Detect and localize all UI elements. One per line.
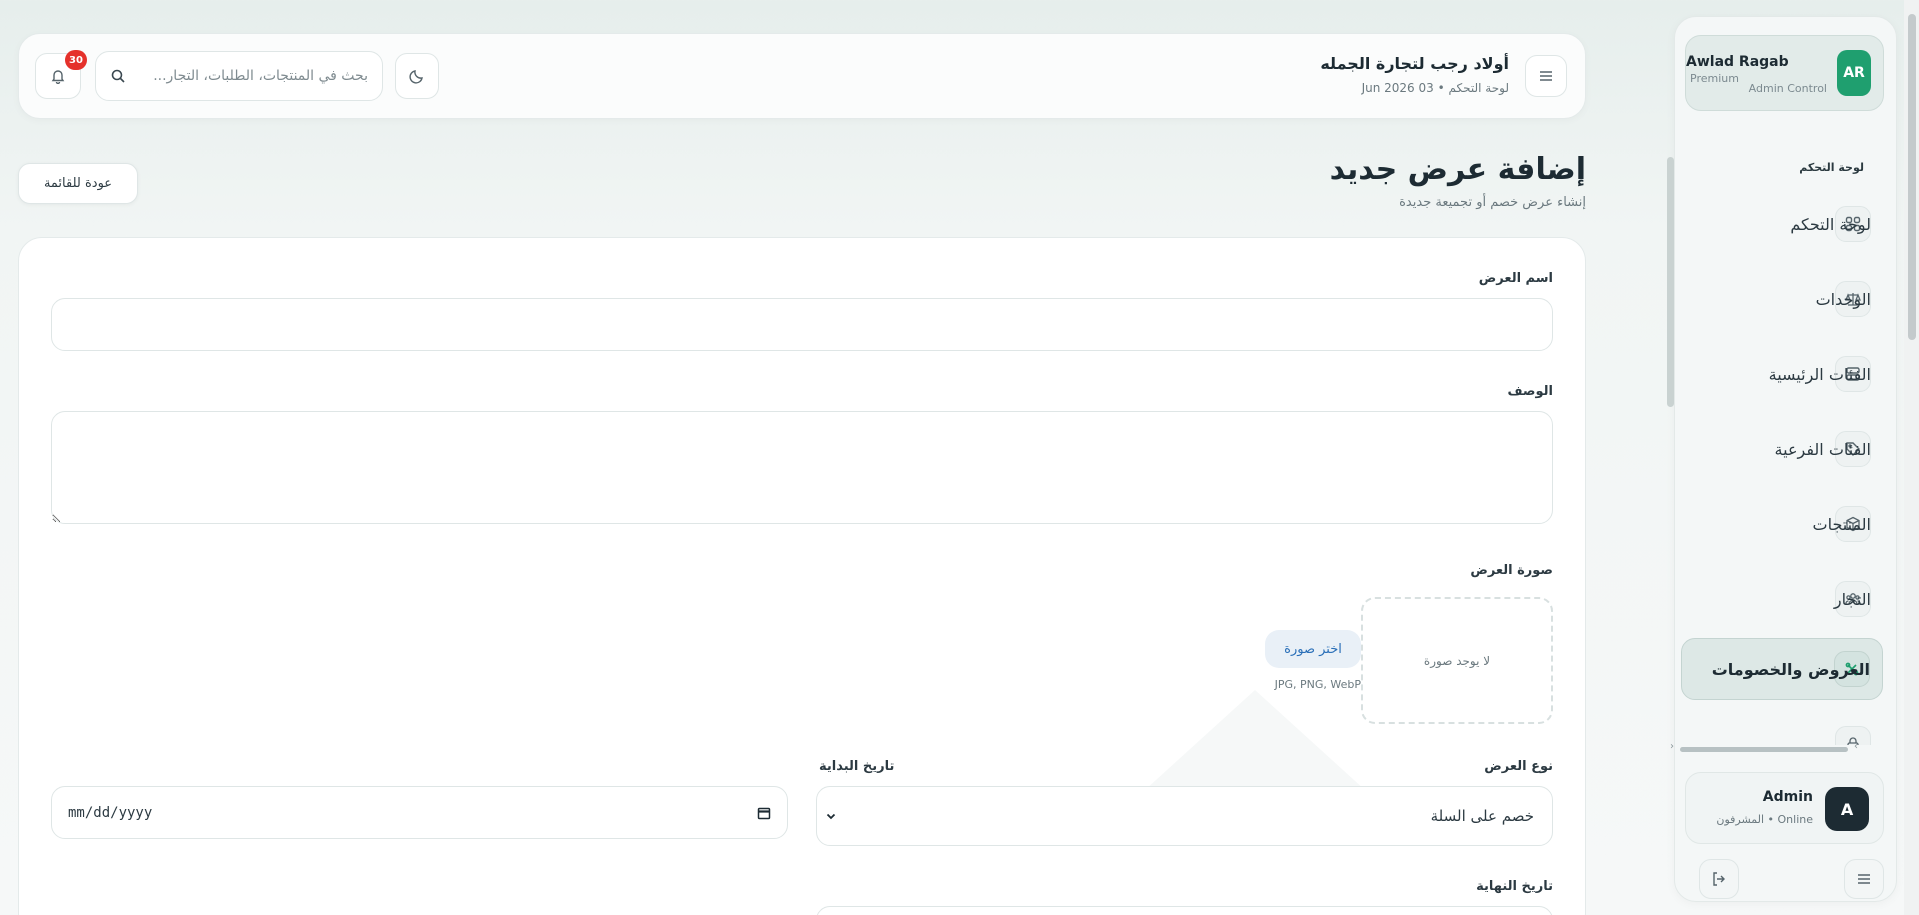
- sidebar-toggle-button[interactable]: [1844, 859, 1884, 899]
- menu-icon: [1858, 874, 1870, 884]
- profile-card[interactable]: AR Awlad Ragab Premium Admin Control: [1685, 35, 1884, 111]
- image-preview: لا يوجد صورة: [1361, 597, 1553, 724]
- offer-name-input[interactable]: [52, 299, 1552, 350]
- profile-tier: Premium: [1690, 72, 1739, 85]
- avatar: AR: [1837, 50, 1871, 96]
- sidebar-item-label: المنتجات: [1812, 514, 1872, 534]
- logout-button[interactable]: [1699, 859, 1739, 899]
- sidebar-item-label: العروض والخصومات: [1711, 659, 1870, 679]
- offer-type-value: خصم على السلة: [1430, 807, 1534, 825]
- offer-type-select[interactable]: خصم على السلة: [816, 786, 1553, 846]
- sidebar-item-label: الفئات الفرعية: [1774, 439, 1871, 459]
- profile-role: Admin Control: [1748, 82, 1827, 95]
- page-subtitle: إنشاء عرض خصم أو تجميعة جديدة: [1399, 195, 1586, 210]
- start-date-field[interactable]: mm/dd/yyyy: [51, 786, 788, 839]
- sidebar: AR Awlad Ragab Premium Admin Control لوح…: [1667, 16, 1897, 902]
- sidebar-item-merchants[interactable]: التجار: [1681, 568, 1883, 630]
- window-scrollbar[interactable]: [1904, 0, 1919, 915]
- offer-name-field[interactable]: [51, 298, 1553, 351]
- offer-image-label: صورة العرض: [1470, 563, 1553, 578]
- chevron-down-icon: [826, 813, 836, 820]
- sidebar-item-label: الفئات الرئيسية: [1768, 364, 1871, 384]
- admin-status: Online • المشرفون: [1716, 813, 1813, 826]
- scroll-right-icon[interactable]: ›: [1854, 741, 1858, 752]
- description-label: الوصف: [1507, 384, 1553, 399]
- sidebar-item-sub-categories[interactable]: الفئات الفرعية: [1681, 418, 1883, 480]
- pick-image-button[interactable]: اختر صورة: [1265, 630, 1361, 668]
- header-subtitle: لوحة التحكم • 03 Jun 2026: [1361, 81, 1509, 95]
- sidebar-item-label: لوحة التحكم: [1790, 214, 1871, 234]
- scroll-left-icon[interactable]: ‹: [1670, 741, 1674, 752]
- start-date-placeholder: mm/dd/yyyy: [68, 804, 153, 821]
- decorative-shape: [1145, 690, 1365, 790]
- sidebar-item-offers[interactable]: العروض والخصومات: [1681, 638, 1883, 700]
- nav-section-label: لوحة التحكم: [1799, 161, 1864, 174]
- store-title: أولاد رجب لتجارة الجمله: [1320, 54, 1509, 73]
- sidebar-item-label: الوحدات: [1815, 289, 1871, 309]
- search-icon: [111, 69, 125, 83]
- window-scroll-thumb[interactable]: [1908, 14, 1916, 340]
- back-to-list-button[interactable]: عودة للقائمة: [18, 163, 138, 204]
- theme-toggle-button[interactable]: [395, 53, 439, 99]
- sidebar-item-partial[interactable]: [1681, 713, 1883, 745]
- no-image-text: لا يوجد صورة: [1423, 653, 1491, 668]
- page-title: إضافة عرض جديد: [1329, 152, 1586, 187]
- search-input[interactable]: [136, 68, 368, 84]
- offer-form: اسم العرض الوصف صورة العرض لا يوجد صورة …: [18, 237, 1586, 915]
- notification-badge: 30: [65, 50, 87, 70]
- scroll-track[interactable]: [1680, 747, 1848, 752]
- sidebar-hscroll[interactable]: › ‹: [1670, 741, 1858, 754]
- profile-name-text: Awlad Ragab: [1686, 54, 1789, 70]
- admin-avatar: A: [1825, 787, 1869, 831]
- search-box[interactable]: [95, 51, 383, 101]
- sidebar-item-products[interactable]: المنتجات: [1681, 493, 1883, 555]
- description-field[interactable]: [51, 411, 1553, 524]
- logout-icon: [1713, 872, 1725, 886]
- moon-icon: [409, 70, 423, 84]
- offer-name-label: اسم العرض: [1478, 271, 1553, 286]
- header-menu-button[interactable]: [1525, 55, 1567, 97]
- admin-name: Admin: [1762, 789, 1813, 805]
- end-date-field[interactable]: [816, 906, 1553, 915]
- admin-card[interactable]: A Admin Online • المشرفون: [1685, 772, 1884, 844]
- image-formats: JPG, PNG, WebP: [1274, 678, 1361, 691]
- sidebar-nav: لوحة التحكم لوحة التحكم الوحدات الفئات ا…: [1681, 135, 1886, 745]
- sidebar-item-main-categories[interactable]: الفئات الرئيسية: [1681, 343, 1883, 405]
- offer-type-label: نوع العرض: [1484, 759, 1553, 774]
- sidebar-scrollbar[interactable]: [1667, 157, 1674, 407]
- bell-icon: [51, 70, 65, 84]
- description-textarea[interactable]: [52, 412, 1552, 523]
- start-date-label: تاريخ البداية: [819, 759, 895, 774]
- calendar-icon[interactable]: [757, 806, 771, 820]
- top-header: أولاد رجب لتجارة الجمله لوحة التحكم • 03…: [18, 33, 1586, 119]
- end-date-label: تاريخ النهاية: [1476, 879, 1553, 894]
- sidebar-item-dashboard[interactable]: لوحة التحكم: [1681, 193, 1883, 255]
- menu-icon: [1540, 71, 1552, 81]
- lock-icon: [1835, 726, 1871, 745]
- sidebar-item-units[interactable]: الوحدات: [1681, 268, 1883, 330]
- sidebar-item-label: التجار: [1833, 589, 1871, 609]
